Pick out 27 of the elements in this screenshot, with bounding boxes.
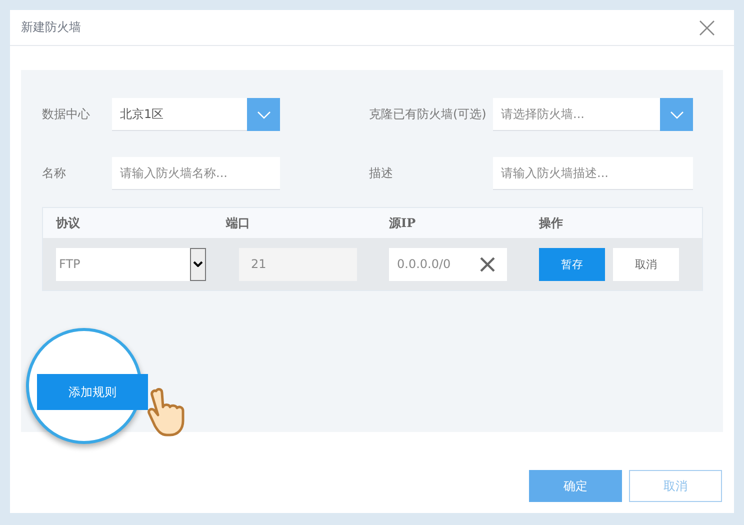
field-label: 名称 (42, 165, 67, 182)
ip-value: 0.0.0.0/0 (397, 257, 451, 271)
dialog-title: 新建防火墙 (21, 19, 81, 36)
dropdown[interactable]: 北京1区 (112, 98, 280, 131)
cancel-button[interactable]: 取消 (613, 248, 679, 280)
cancel-button[interactable]: 取消 (629, 470, 722, 502)
field-label: 描述 (369, 165, 394, 182)
dropdown[interactable]: 请选择防火墙... (493, 98, 693, 131)
field-label: 克隆已有防火墙(可选) (369, 106, 488, 123)
close-icon[interactable] (698, 18, 716, 36)
column-header: 源IP (389, 214, 417, 232)
chevron-down-icon (190, 248, 206, 280)
port-field[interactable]: 21 (239, 248, 357, 280)
clear-icon[interactable] (480, 256, 495, 272)
chevron-down-icon (660, 98, 693, 131)
ip-field[interactable]: 0.0.0.0/0 (389, 248, 507, 280)
chevron-down-icon (247, 98, 280, 131)
column-header: 协议 (56, 214, 81, 232)
column-header: 端口 (226, 214, 251, 232)
save-button[interactable]: 暂存 (539, 248, 605, 280)
column-header: 操作 (539, 214, 564, 232)
field-label: 数据中心 (42, 106, 91, 123)
add-rule-button[interactable]: 添加规则 (37, 374, 148, 410)
input-field[interactable]: 请输入防火墙描述... (493, 157, 693, 190)
input-field[interactable]: 请输入防火墙名称... (112, 157, 280, 190)
confirm-button[interactable]: 确定 (529, 470, 622, 502)
protocol-select[interactable]: FTP (56, 248, 206, 280)
